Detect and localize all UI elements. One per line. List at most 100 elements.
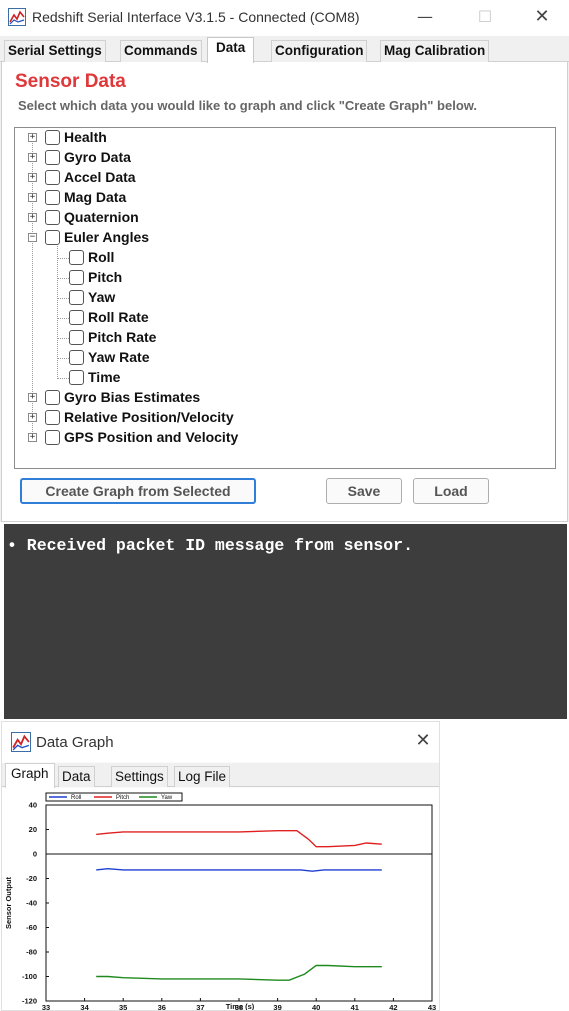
graph-tab-data[interactable]: Data bbox=[58, 766, 95, 787]
expand-icon[interactable]: + bbox=[28, 413, 37, 422]
checkbox[interactable] bbox=[69, 270, 84, 285]
checkbox[interactable] bbox=[69, 250, 84, 265]
tree-item-gyro-data[interactable]: + Gyro Data bbox=[15, 148, 555, 168]
minimize-button[interactable]: — bbox=[410, 6, 440, 28]
tree-connector bbox=[57, 278, 69, 279]
expand-icon[interactable]: + bbox=[28, 173, 37, 182]
expand-icon[interactable]: + bbox=[28, 193, 37, 202]
y-tick-label: -20 bbox=[26, 874, 37, 883]
tree-connector bbox=[57, 338, 69, 339]
tree-item-quaternion[interactable]: + Quaternion bbox=[15, 208, 555, 228]
tree-item-label: GPS Position and Velocity bbox=[64, 429, 239, 445]
tree-item-yaw-rate[interactable]: Yaw Rate bbox=[15, 348, 555, 368]
tree-connector bbox=[57, 298, 69, 299]
x-tick-label: 43 bbox=[428, 1003, 436, 1010]
tree-item-gps-position-velocity[interactable]: + GPS Position and Velocity bbox=[15, 428, 555, 448]
tree-item-pitch[interactable]: Pitch bbox=[15, 268, 555, 288]
expand-icon[interactable]: + bbox=[28, 153, 37, 162]
checkbox[interactable] bbox=[69, 330, 84, 345]
x-tick-label: 42 bbox=[389, 1003, 397, 1010]
graph-close-button[interactable]: ✕ bbox=[412, 730, 434, 752]
tree-item-label: Pitch bbox=[88, 269, 123, 285]
window-title: Redshift Serial Interface V3.1.5 - Conne… bbox=[32, 9, 360, 25]
tree-item-accel-data[interactable]: + Accel Data bbox=[15, 168, 555, 188]
checkbox[interactable] bbox=[45, 190, 60, 205]
checkbox[interactable] bbox=[69, 310, 84, 325]
checkbox[interactable] bbox=[45, 210, 60, 225]
tree-item-euler-angles[interactable]: − Euler Angles bbox=[15, 228, 555, 248]
console-panel[interactable]: • Received packet ID message from sensor… bbox=[4, 524, 567, 719]
tree-item-time[interactable]: Time bbox=[15, 368, 555, 388]
y-tick-label: -100 bbox=[22, 972, 37, 981]
checkbox[interactable] bbox=[45, 130, 60, 145]
tree-item-mag-data[interactable]: + Mag Data bbox=[15, 188, 555, 208]
checkbox[interactable] bbox=[45, 170, 60, 185]
expand-icon[interactable]: + bbox=[28, 133, 37, 142]
tree-item-pitch-rate[interactable]: Pitch Rate bbox=[15, 328, 555, 348]
x-tick-label: 37 bbox=[196, 1003, 204, 1010]
checkbox[interactable] bbox=[69, 290, 84, 305]
plot-frame bbox=[45, 804, 433, 1002]
expand-icon[interactable]: + bbox=[28, 393, 37, 402]
checkbox[interactable] bbox=[45, 410, 60, 425]
x-tick-label: 33 bbox=[42, 1003, 50, 1010]
sensor-output-chart: Roll Pitch Yaw 40 20 0 -20 -40 -60 -80 -100 -120 33 3… bbox=[4, 792, 436, 1010]
y-tick-label: 20 bbox=[29, 825, 37, 834]
tree-item-gyro-bias-estimates[interactable]: + Gyro Bias Estimates bbox=[15, 388, 555, 408]
tab-serial-settings[interactable]: Serial Settings bbox=[4, 40, 106, 62]
checkbox[interactable] bbox=[69, 370, 84, 385]
graph-tab-graph[interactable]: Graph bbox=[5, 763, 55, 788]
y-tick-label: 40 bbox=[29, 801, 37, 810]
create-graph-button[interactable]: Create Graph from Selected bbox=[20, 478, 256, 504]
x-tick-label: 39 bbox=[273, 1003, 281, 1010]
load-button[interactable]: Load bbox=[413, 478, 489, 504]
console-message: • Received packet ID message from sensor… bbox=[7, 536, 413, 555]
panel-title: Sensor Data bbox=[15, 71, 126, 92]
collapse-icon[interactable]: − bbox=[28, 233, 37, 242]
chart-area[interactable]: Roll Pitch Yaw 40 20 0 -20 -40 -60 -80 -100 -120 33 3… bbox=[2, 788, 439, 1010]
tree-connector bbox=[57, 358, 69, 359]
panel-subtitle: Select which data you would like to grap… bbox=[18, 98, 477, 113]
tree-item-label: Gyro Bias Estimates bbox=[64, 389, 201, 405]
tree-item-relative-position-velocity[interactable]: + Relative Position/Velocity bbox=[15, 408, 555, 428]
series-line-pitch bbox=[96, 830, 382, 848]
tree-connector bbox=[57, 378, 69, 379]
y-tick-label: -60 bbox=[26, 923, 37, 932]
y-tick-label: -40 bbox=[26, 899, 37, 908]
tree-connector bbox=[57, 258, 69, 259]
y-axis-label: Sensor Output bbox=[4, 876, 13, 929]
checkbox[interactable] bbox=[45, 430, 60, 445]
y-tick-label: -80 bbox=[26, 948, 37, 957]
save-button[interactable]: Save bbox=[326, 478, 402, 504]
tree-item-roll-rate[interactable]: Roll Rate bbox=[15, 308, 555, 328]
x-tick-label: 36 bbox=[158, 1003, 166, 1010]
x-axis-label: Time (s) bbox=[226, 1002, 255, 1010]
tab-data[interactable]: Data bbox=[207, 37, 255, 63]
tree-item-label: Mag Data bbox=[64, 189, 127, 205]
checkbox[interactable] bbox=[69, 350, 84, 365]
main-window: Redshift Serial Interface V3.1.5 - Conne… bbox=[0, 0, 569, 522]
expand-icon[interactable]: + bbox=[28, 433, 37, 442]
tree-item-label: Gyro Data bbox=[64, 149, 131, 165]
tab-commands[interactable]: Commands bbox=[120, 40, 202, 62]
close-button[interactable]: ✕ bbox=[527, 6, 557, 28]
tree-item-roll[interactable]: Roll bbox=[15, 248, 555, 268]
graph-tab-log-file[interactable]: Log File bbox=[174, 766, 231, 787]
tree-item-health[interactable]: + Health bbox=[15, 128, 555, 148]
checkbox[interactable] bbox=[45, 150, 60, 165]
checkbox[interactable] bbox=[45, 230, 60, 245]
legend-label-roll: Roll bbox=[71, 795, 81, 801]
tab-configuration[interactable]: Configuration bbox=[271, 40, 368, 62]
maximize-button[interactable]: ☐ bbox=[470, 6, 500, 28]
sensor-data-tree[interactable]: + Health + Gyro Data + Accel Data + Mag … bbox=[14, 127, 556, 469]
expand-icon[interactable]: + bbox=[28, 213, 37, 222]
x-tick-label: 34 bbox=[80, 1003, 89, 1010]
tree-item-label: Roll bbox=[88, 249, 115, 265]
app-chart-icon bbox=[8, 8, 26, 26]
tab-mag-calibration[interactable]: Mag Calibration bbox=[380, 40, 490, 62]
tree-item-yaw[interactable]: Yaw bbox=[15, 288, 555, 308]
graph-tab-settings[interactable]: Settings bbox=[111, 766, 168, 787]
x-tick-label: 35 bbox=[119, 1003, 127, 1010]
tree-item-label: Relative Position/Velocity bbox=[64, 409, 234, 425]
checkbox[interactable] bbox=[45, 390, 60, 405]
